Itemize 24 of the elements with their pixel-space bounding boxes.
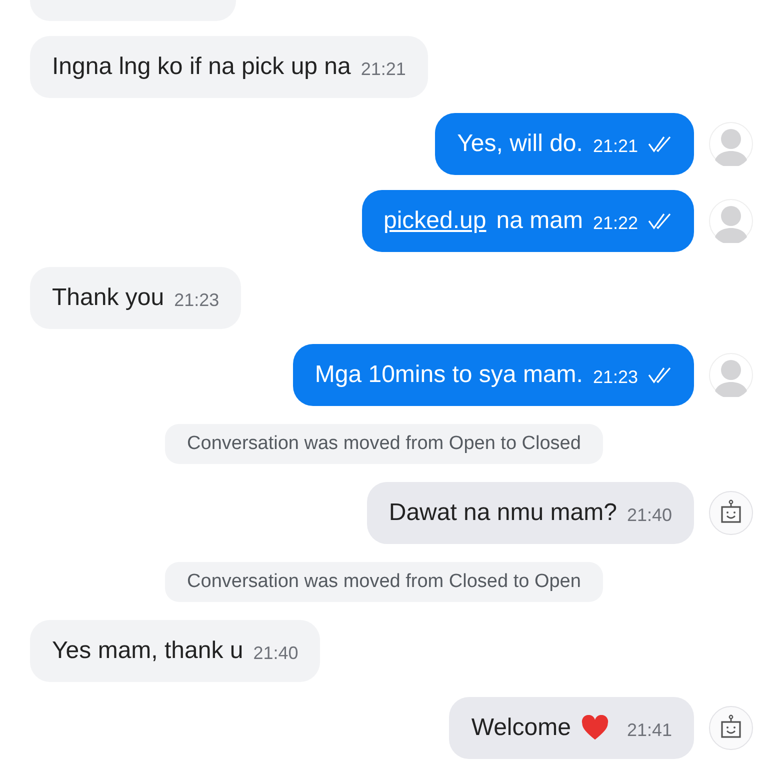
message-time: 21:23 — [592, 366, 638, 388]
system-notice: Conversation was moved from Closed to Open — [165, 562, 603, 602]
message-text: Thank you — [52, 284, 164, 312]
message-text: Dawat na nmu mam? — [388, 499, 617, 527]
message-time: 21:41 — [626, 720, 672, 740]
message-text: Ingna lng ko if na pick up na — [52, 53, 351, 81]
message-text: na mam — [496, 207, 583, 235]
message-text: Yes, will do. — [457, 130, 583, 158]
message-time: 21:40 — [253, 642, 298, 664]
message-text: Mga 10mins to sya mam. — [314, 361, 583, 389]
message-text: Yes mam, thank u — [52, 637, 244, 665]
avatar-icon — [709, 353, 753, 397]
bot-icon — [709, 491, 753, 535]
message-time: 21:21 — [592, 136, 638, 156]
message-time: 21:22 — [592, 212, 638, 234]
message-text: Welcome — [471, 714, 571, 742]
avatar-icon — [709, 199, 753, 243]
message-time: 21:23 — [174, 290, 220, 310]
avatar-icon — [709, 122, 753, 166]
message-time: 21:40 — [626, 504, 672, 526]
bot-icon — [709, 706, 753, 750]
system-notice: Conversation was moved from Open to Closed — [165, 424, 603, 464]
message-link[interactable]: picked.up — [384, 207, 486, 235]
message-time: 21:21 — [360, 58, 406, 80]
